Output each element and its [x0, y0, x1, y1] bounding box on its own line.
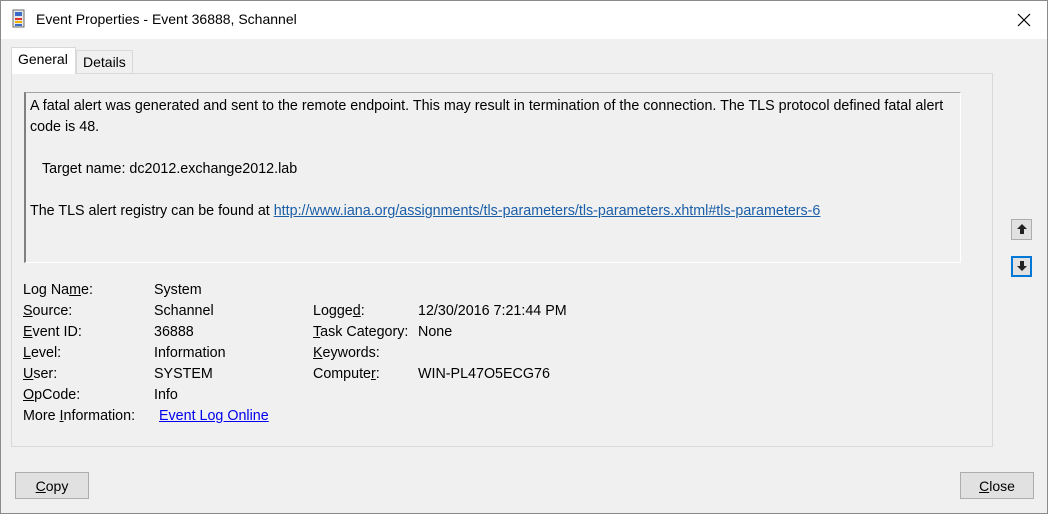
keywords-label: Keywords: — [313, 345, 380, 361]
registry-link[interactable]: http://www.iana.org/assignments/tls-para… — [274, 203, 821, 219]
task-category-value: None — [418, 324, 453, 340]
window-title: Event Properties - Event 36888, Schannel — [36, 11, 297, 27]
close-icon[interactable] — [1001, 1, 1047, 39]
logged-label: Logged: — [313, 303, 365, 319]
log-name-value: System — [154, 282, 202, 298]
event-description-box[interactable]: A fatal alert was generated and sent to … — [24, 92, 961, 263]
event-viewer-icon — [12, 9, 27, 29]
copy-button-label: Copy — [35, 477, 69, 494]
source-value: Schannel — [154, 303, 214, 319]
event-log-online-link[interactable]: Event Log Online — [159, 407, 269, 425]
level-label: Level: — [23, 345, 62, 361]
source-label: Source: — [23, 303, 73, 319]
task-category-label: Task Category: — [313, 324, 409, 340]
log-name-label: Log Name: — [23, 282, 93, 298]
event-properties-window: Event Properties - Event 36888, Schannel… — [0, 0, 1048, 514]
user-label: User: — [23, 366, 58, 382]
event-id-value: 36888 — [154, 324, 194, 340]
previous-event-button[interactable] — [1011, 219, 1032, 240]
tab-general[interactable]: General — [11, 47, 76, 74]
opcode-label: OpCode: — [23, 387, 81, 403]
arrow-up-icon — [1016, 222, 1028, 238]
logged-value: 12/30/2016 7:21:44 PM — [418, 303, 567, 319]
more-information-label: More Information: — [23, 408, 136, 424]
close-button-label: Close — [979, 477, 1015, 494]
computer-label: Computer: — [313, 366, 380, 382]
copy-button[interactable]: Copy — [15, 472, 89, 499]
next-event-button[interactable] — [1011, 256, 1032, 277]
event-id-label: Event ID: — [23, 324, 82, 340]
close-button[interactable]: Close — [960, 472, 1034, 499]
tab-details-label: Details — [83, 54, 126, 70]
title-bar: Event Properties - Event 36888, Schannel — [1, 1, 1047, 39]
arrow-down-icon — [1016, 259, 1028, 275]
description-message: A fatal alert was generated and sent to … — [30, 98, 944, 135]
description-registry-text: The TLS alert registry can be found at — [30, 203, 270, 219]
description-target: Target name: dc2012.exchange2012.lab — [42, 161, 298, 177]
user-value: SYSTEM — [154, 366, 213, 382]
computer-value: WIN-PL47O5ECG76 — [418, 366, 550, 382]
opcode-value: Info — [154, 387, 178, 403]
level-value: Information — [154, 345, 226, 361]
tab-general-label: General — [18, 51, 68, 67]
tab-details[interactable]: Details — [76, 50, 133, 74]
